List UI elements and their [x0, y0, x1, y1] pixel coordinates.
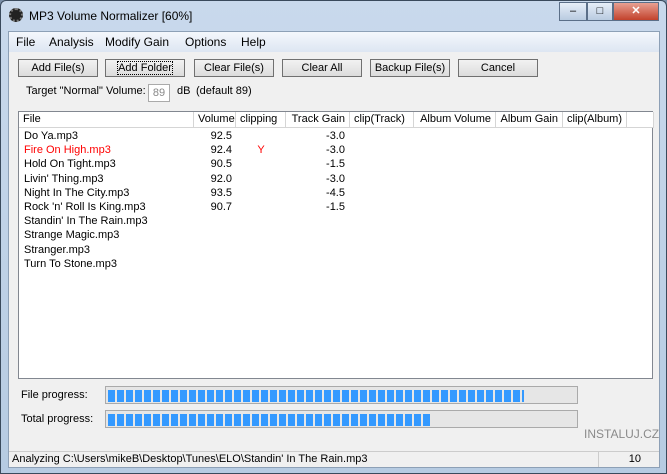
file-progress-fill: [108, 390, 524, 402]
file-progress-bar: [105, 386, 578, 404]
cell-file: Turn To Stone.mp3: [24, 257, 117, 270]
table-row[interactable]: Strange Magic.mp3: [19, 228, 652, 242]
status-text: Analyzing C:\Users\mikeB\Desktop\Tunes\E…: [12, 453, 368, 465]
cell-file: Strange Magic.mp3: [24, 229, 120, 242]
target-volume-label: Target "Normal" Volume:: [26, 85, 146, 97]
menu-file[interactable]: File: [16, 35, 35, 49]
total-progress-label: Total progress:: [21, 413, 94, 425]
column-album-volume[interactable]: Album Volume: [414, 112, 496, 128]
client-area: File Analysis Modify Gain Options Help A…: [8, 31, 660, 468]
column-album-gain[interactable]: Album Gain: [496, 112, 563, 128]
column-file[interactable]: File: [19, 112, 194, 128]
window-title: MP3 Volume Normalizer [60%]: [29, 9, 193, 23]
add-files-button[interactable]: Add File(s): [18, 59, 98, 77]
file-progress-label: File progress:: [21, 389, 88, 401]
cell-volume: 92.4: [210, 144, 232, 157]
table-row[interactable]: Livin' Thing.mp3 92.0 -3.0: [19, 172, 652, 186]
status-count: 10: [597, 452, 641, 467]
cell-volume: 93.5: [210, 186, 232, 199]
cell-track-gain: -3.0: [326, 130, 345, 142]
cancel-button[interactable]: Cancel: [458, 59, 538, 77]
cell-volume: 90.5: [210, 158, 232, 171]
file-list[interactable]: File Volume clipping Track Gain clip(Tra…: [18, 111, 654, 379]
column-clipping[interactable]: clipping: [236, 112, 286, 128]
cell-track-gain: -4.5: [326, 186, 345, 199]
menu-bar: File Analysis Modify Gain Options Help: [9, 32, 659, 52]
cell-track-gain: -1.5: [326, 158, 345, 171]
menu-modify-gain[interactable]: Modify Gain: [105, 35, 169, 49]
cell-file: Standin' In The Rain.mp3: [24, 215, 148, 228]
title-bar: MP3 Volume Normalizer [60%] – □ ✕: [1, 1, 666, 31]
cell-file: Hold On Tight.mp3: [24, 158, 116, 171]
column-clip-album[interactable]: clip(Album): [563, 112, 627, 128]
total-progress-fill: [108, 414, 431, 426]
column-volume[interactable]: Volume: [194, 112, 236, 128]
cell-track-gain: -3.0: [326, 144, 345, 157]
app-icon: [9, 8, 23, 22]
cell-volume: 92.5: [210, 130, 232, 142]
table-row[interactable]: Stranger.mp3: [19, 243, 652, 257]
cell-clipping: Y: [257, 144, 265, 157]
table-row[interactable]: Fire On High.mp3 92.4 Y -3.0: [19, 143, 652, 157]
cell-volume: 90.7: [210, 201, 232, 213]
cell-file: Do Ya.mp3: [24, 130, 79, 142]
menu-analysis[interactable]: Analysis: [49, 35, 94, 49]
table-row[interactable]: Do Ya.mp3 92.5 -3.0: [19, 129, 652, 143]
table-row[interactable]: Rock 'n' Roll Is King.mp3 90.7 -1.5: [19, 200, 652, 214]
clear-all-button[interactable]: Clear All: [282, 59, 362, 77]
maximize-button[interactable]: □: [587, 2, 613, 21]
clear-files-button[interactable]: Clear File(s): [194, 59, 274, 77]
column-track-gain[interactable]: Track Gain: [286, 112, 350, 128]
menu-help[interactable]: Help: [241, 35, 266, 49]
table-row[interactable]: Night In The City.mp3 93.5 -4.5: [19, 186, 652, 200]
add-folder-button[interactable]: Add Folder: [105, 59, 185, 77]
cell-track-gain: -3.0: [326, 172, 345, 185]
column-filler: [627, 112, 654, 128]
column-clip-track[interactable]: clip(Track): [350, 112, 414, 128]
status-bar: Analyzing C:\Users\mikeB\Desktop\Tunes\E…: [9, 451, 659, 467]
target-volume-input[interactable]: 89: [148, 84, 170, 102]
table-row[interactable]: Hold On Tight.mp3 90.5 -1.5: [19, 157, 652, 171]
add-folder-label: Add Folder: [117, 61, 173, 75]
table-row[interactable]: Standin' In The Rain.mp3: [19, 214, 652, 228]
total-progress-bar: [105, 410, 578, 428]
target-default: (default 89): [196, 85, 252, 97]
menu-options[interactable]: Options: [185, 35, 226, 49]
cell-track-gain: -1.5: [326, 201, 345, 213]
cell-file: Stranger.mp3: [24, 243, 91, 256]
cell-file: Rock 'n' Roll Is King.mp3: [24, 201, 146, 213]
cell-file: Night In The City.mp3: [24, 186, 130, 199]
minimize-button[interactable]: –: [559, 2, 587, 21]
app-window: MP3 Volume Normalizer [60%] – □ ✕ File A…: [0, 0, 667, 474]
cell-file: Fire On High.mp3: [24, 144, 111, 157]
cell-file: Livin' Thing.mp3: [24, 172, 104, 185]
target-unit: dB: [177, 85, 191, 97]
close-button[interactable]: ✕: [613, 2, 659, 21]
cell-volume: 92.0: [210, 172, 232, 185]
backup-files-button[interactable]: Backup File(s): [370, 59, 450, 77]
table-row[interactable]: Turn To Stone.mp3: [19, 257, 652, 271]
watermark: INSTALUJ.CZ: [584, 427, 660, 441]
